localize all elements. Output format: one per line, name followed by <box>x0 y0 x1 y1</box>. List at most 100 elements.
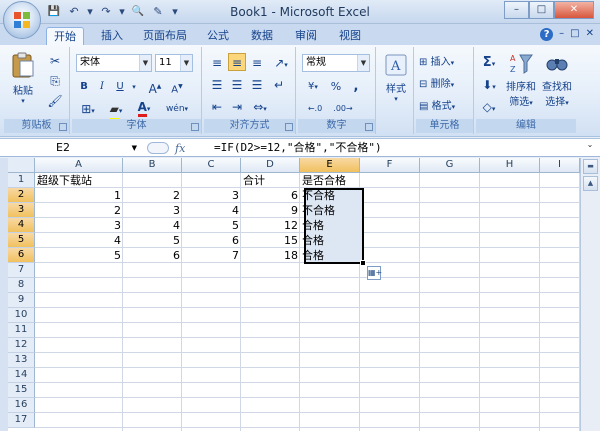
tab-view[interactable]: 视图 <box>332 27 368 45</box>
row-header-14[interactable]: 14 <box>8 368 35 383</box>
column-header-c[interactable]: C <box>182 158 241 173</box>
number-format-dropdown-icon[interactable]: ▼ <box>357 55 369 71</box>
column-header-e[interactable]: E <box>300 158 360 173</box>
tab-insert[interactable]: 插入 <box>94 27 130 45</box>
increase-indent-icon[interactable]: ⇥ <box>228 97 246 115</box>
row-header-15[interactable]: 15 <box>8 383 35 398</box>
close-button[interactable]: ✕ <box>554 1 594 19</box>
scroll-up-icon[interactable]: ▲ <box>583 176 598 191</box>
tab-page-layout[interactable]: 页面布局 <box>137 27 193 45</box>
column-header-f[interactable]: F <box>360 158 420 173</box>
cell-e3[interactable]: 不合格 <box>300 203 360 218</box>
cell-d4[interactable]: 12 <box>241 218 300 233</box>
alignment-launcher-icon[interactable] <box>285 123 293 131</box>
expand-formula-bar-icon[interactable]: ⌄ <box>584 140 596 155</box>
autosum-button[interactable]: Σ▾ <box>478 53 500 71</box>
workbook-minimize-button[interactable]: – <box>559 28 564 41</box>
percent-button[interactable]: % <box>328 77 344 95</box>
number-format-select[interactable]: 常规 ▼ <box>302 54 370 72</box>
tab-review[interactable]: 审阅 <box>288 27 324 45</box>
cell-c4[interactable]: 5 <box>182 218 241 233</box>
worksheet-grid[interactable]: ABCDEFGHI 1 2 3 4 5 6 7 8 9 10 11 12 13 14 15 16 17 超级下载… <box>8 158 580 431</box>
row-header-16[interactable]: 16 <box>8 398 35 413</box>
font-size-dropdown-icon[interactable]: ▼ <box>180 55 192 71</box>
column-header-i[interactable]: I <box>540 158 580 173</box>
borders-button[interactable]: ⊞▾ <box>76 99 100 117</box>
cell-d1[interactable]: 合计 <box>241 173 300 188</box>
cell-e2[interactable]: 不合格 <box>300 188 360 203</box>
row-header-9[interactable]: 9 <box>8 293 35 308</box>
align-middle-icon[interactable]: ≡ <box>228 53 246 71</box>
name-box[interactable]: E2 ▼ <box>6 140 139 156</box>
formula-input[interactable]: =IF(D2>=12,"合格","不合格") <box>210 140 382 156</box>
underline-button[interactable]: U <box>112 77 128 95</box>
auto-fill-options-icon[interactable]: ▦+ <box>367 266 382 280</box>
align-top-icon[interactable]: ≡ <box>208 53 226 71</box>
cell-a3[interactable]: 2 <box>35 203 123 218</box>
workbook-close-button[interactable]: ✕ <box>586 28 594 41</box>
row-header-10[interactable]: 10 <box>8 308 35 323</box>
cell-b4[interactable]: 4 <box>123 218 182 233</box>
font-name-dropdown-icon[interactable]: ▼ <box>139 55 151 71</box>
row-header-5[interactable]: 5 <box>8 233 35 248</box>
row-header-1[interactable]: 1 <box>8 173 35 188</box>
paste-button[interactable]: 粘贴 ▾ <box>8 51 38 107</box>
cell-d6[interactable]: 18 <box>241 248 300 263</box>
column-header-d[interactable]: D <box>241 158 300 173</box>
decrease-indent-icon[interactable]: ⇤ <box>208 97 226 115</box>
cell-b3[interactable]: 3 <box>123 203 182 218</box>
copy-icon[interactable]: ⎘ <box>46 71 64 89</box>
sort-filter-button[interactable]: A Z 排序和 筛选▾ <box>504 51 538 113</box>
cell-a6[interactable]: 5 <box>35 248 123 263</box>
font-launcher-icon[interactable] <box>191 123 199 131</box>
cell-a2[interactable]: 1 <box>35 188 123 203</box>
row-header-2[interactable]: 2 <box>8 188 35 203</box>
row-header-11[interactable]: 11 <box>8 323 35 338</box>
cell-d3[interactable]: 9 <box>241 203 300 218</box>
cell-d5[interactable]: 15 <box>241 233 300 248</box>
merge-center-icon[interactable]: ⇔▾ <box>248 97 272 115</box>
cell-a4[interactable]: 3 <box>35 218 123 233</box>
cell-c5[interactable]: 6 <box>182 233 241 248</box>
column-header-b[interactable]: B <box>123 158 182 173</box>
cell-a1[interactable]: 超级下载站 <box>35 173 123 188</box>
cell-e4[interactable]: 合格 <box>300 218 360 233</box>
fill-color-button[interactable]: ▰▾ <box>104 99 128 121</box>
italic-button[interactable]: I <box>94 77 110 95</box>
bold-button[interactable]: B <box>76 77 92 95</box>
workbook-restore-button[interactable]: □ <box>570 28 579 41</box>
row-header-13[interactable]: 13 <box>8 353 35 368</box>
tab-formulas[interactable]: 公式 <box>200 27 236 45</box>
font-color-button[interactable]: A▾ <box>132 99 156 117</box>
row-header-6[interactable]: 6 <box>8 248 35 263</box>
column-header-a[interactable]: A <box>35 158 123 173</box>
font-name-select[interactable]: 宋体 ▼ <box>76 54 152 72</box>
row-header-17[interactable]: 17 <box>8 413 35 428</box>
row-header-7[interactable]: 7 <box>8 263 35 278</box>
delete-cells-button[interactable]: ⊟ 删除▾ <box>418 75 472 93</box>
align-right-icon[interactable]: ☰ <box>248 75 266 93</box>
tab-home[interactable]: 开始 <box>46 27 84 45</box>
styles-dropdown-icon[interactable]: ▾ <box>381 95 411 103</box>
format-cells-button[interactable]: ▤ 格式▾ <box>418 97 472 115</box>
increase-decimal-icon[interactable]: ←.0 <box>302 99 328 117</box>
align-bottom-icon[interactable]: ≡ <box>248 53 266 71</box>
comma-button[interactable]: , <box>348 77 364 95</box>
name-box-dropdown-icon[interactable]: ▼ <box>132 140 137 156</box>
maximize-button[interactable]: □ <box>529 1 554 19</box>
cut-icon[interactable]: ✂ <box>46 51 64 69</box>
cell-b6[interactable]: 6 <box>123 248 182 263</box>
insert-function-icon[interactable]: fx <box>175 142 185 155</box>
cell-b2[interactable]: 2 <box>123 188 182 203</box>
cell-e6[interactable]: 合格 <box>300 248 360 263</box>
align-left-icon[interactable]: ☰ <box>208 75 226 93</box>
row-header-3[interactable]: 3 <box>8 203 35 218</box>
fill-button[interactable]: ⬇▾ <box>478 75 500 93</box>
currency-button[interactable]: ¥▾ <box>302 77 324 95</box>
minimize-button[interactable]: – <box>504 1 529 19</box>
select-all-button[interactable] <box>8 158 35 173</box>
clear-button[interactable]: ◇▾ <box>478 97 500 115</box>
number-launcher-icon[interactable] <box>365 123 373 131</box>
styles-button[interactable]: A 样式 ▾ <box>381 53 411 113</box>
tab-data[interactable]: 数据 <box>244 27 280 45</box>
